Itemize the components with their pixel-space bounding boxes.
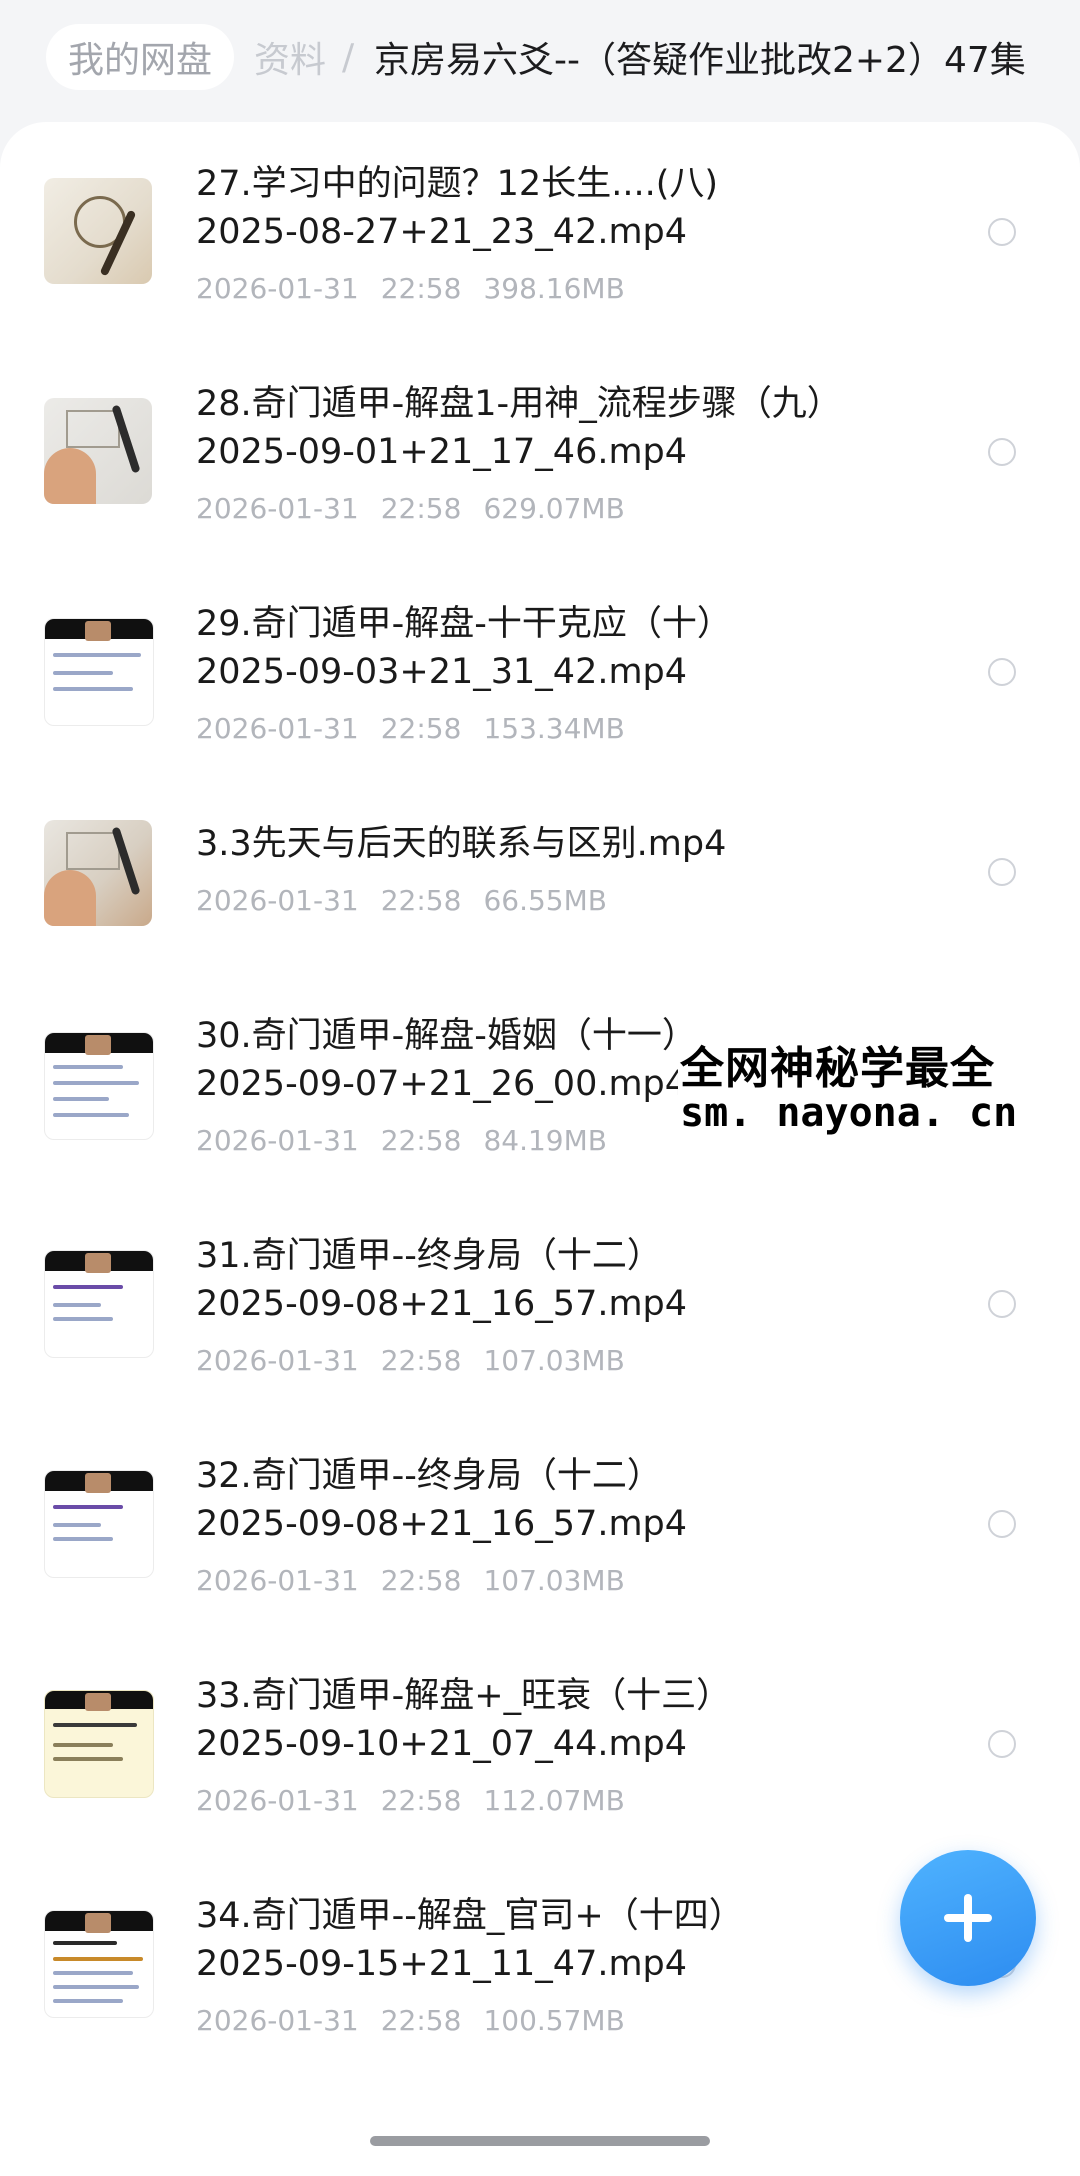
- top-bar: 我的网盘 资料 / 京房易六爻--（答疑作业批改2+2）47集: [0, 0, 1080, 120]
- file-row[interactable]: 28.奇门遁甲-解盘1-用神_流程步骤（九） 2025-09-01+21_17_…: [0, 380, 1080, 560]
- video-thumbnail: [44, 618, 154, 726]
- file-time: 22:58: [380, 1784, 462, 1817]
- file-name-line2: 2025-09-08+21_16_57.mp4: [196, 1284, 688, 1324]
- file-row[interactable]: 32.奇门遁甲--终身局（十二） 2025-09-08+21_16_57.mp4…: [0, 1452, 1080, 1632]
- file-name: 31.奇门遁甲--终身局（十二）: [196, 1236, 662, 1276]
- file-row[interactable]: 29.奇门遁甲-解盘-十干克应（十） 2025-09-03+21_31_42.m…: [0, 600, 1080, 780]
- file-meta: 2026-01-31 22:58 107.03MB: [196, 1564, 647, 1597]
- file-name-line2: 2025-08-27+21_23_42.mp4: [196, 212, 688, 252]
- file-name-line2: 2025-09-01+21_17_46.mp4: [196, 432, 688, 472]
- file-time: 22:58: [380, 884, 462, 917]
- breadcrumb-home[interactable]: 我的网盘: [46, 24, 235, 90]
- select-radio[interactable]: [988, 1730, 1016, 1758]
- file-name-line2: 2025-09-10+21_07_44.mp4: [196, 1724, 688, 1764]
- file-meta: 2026-01-31 22:58 629.07MB: [196, 492, 647, 525]
- file-meta: 2026-01-31 22:58 100.57MB: [196, 2004, 647, 2037]
- file-date: 2026-01-31: [196, 1784, 359, 1817]
- file-time: 22:58: [380, 1564, 462, 1597]
- breadcrumb-folder-ziliao[interactable]: 资料: [254, 24, 326, 90]
- file-size: 398.16MB: [483, 272, 625, 305]
- file-name-line2: 2025-09-08+21_16_57.mp4: [196, 1504, 688, 1544]
- file-time: 22:58: [380, 1344, 462, 1377]
- file-time: 22:58: [380, 712, 462, 745]
- file-name: 32.奇门遁甲--终身局（十二）: [196, 1456, 662, 1496]
- video-thumbnail: [44, 1032, 154, 1140]
- video-thumbnail: [44, 820, 152, 926]
- file-meta: 2026-01-31 22:58 107.03MB: [196, 1344, 647, 1377]
- video-thumbnail: [44, 1250, 154, 1358]
- home-indicator[interactable]: [370, 2136, 710, 2146]
- video-thumbnail: [44, 178, 152, 284]
- file-name: 34.奇门遁甲--解盘_官司+（十四）: [196, 1896, 744, 1936]
- file-row[interactable]: 33.奇门遁甲-解盘+_旺衰（十三） 2025-09-10+21_07_44.m…: [0, 1672, 1080, 1852]
- file-size: 84.19MB: [483, 1124, 607, 1157]
- file-time: 22:58: [380, 2004, 462, 2037]
- select-radio[interactable]: [988, 658, 1016, 686]
- file-meta: 2026-01-31 22:58 84.19MB: [196, 1124, 629, 1157]
- breadcrumb-current-folder: 京房易六爻--（答疑作业批改2+2）47集: [374, 40, 1026, 81]
- file-name-line2: 2025-09-07+21_26_00.mp4: [196, 1064, 688, 1104]
- file-name: 30.奇门遁甲-解盘-婚姻（十一）: [196, 1016, 697, 1056]
- plus-icon-vertical: [964, 1894, 972, 1942]
- file-row[interactable]: 31.奇门遁甲--终身局（十二） 2025-09-08+21_16_57.mp4…: [0, 1232, 1080, 1412]
- file-name: 33.奇门遁甲-解盘+_旺衰（十三）: [196, 1676, 732, 1716]
- watermark-text: 全网神秘学最全: [680, 1043, 995, 1094]
- file-size: 629.07MB: [483, 492, 625, 525]
- file-name: 3.3先天与后天的联系与区别.mp4: [196, 824, 727, 864]
- file-date: 2026-01-31: [196, 1124, 359, 1157]
- file-size: 100.57MB: [483, 2004, 625, 2037]
- select-radio[interactable]: [988, 858, 1016, 886]
- file-date: 2026-01-31: [196, 492, 359, 525]
- add-button[interactable]: [900, 1850, 1036, 1986]
- video-thumbnail: [44, 398, 152, 504]
- file-meta: 2026-01-31 22:58 66.55MB: [196, 884, 629, 917]
- file-date: 2026-01-31: [196, 2004, 359, 2037]
- select-radio[interactable]: [988, 1510, 1016, 1538]
- file-date: 2026-01-31: [196, 712, 359, 745]
- file-row[interactable]: 27.学习中的问题？12长生....(八) 2025-08-27+21_23_4…: [0, 160, 1080, 340]
- file-name-line2: 2025-09-15+21_11_47.mp4: [196, 1944, 688, 1984]
- file-size: 107.03MB: [483, 1344, 625, 1377]
- file-name-line2: 2025-09-03+21_31_42.mp4: [196, 652, 688, 692]
- video-thumbnail: [44, 1910, 154, 2018]
- file-size: 112.07MB: [483, 1784, 625, 1817]
- file-size: 66.55MB: [483, 884, 607, 917]
- video-thumbnail: [44, 1470, 154, 1578]
- file-time: 22:58: [380, 492, 462, 525]
- file-name: 29.奇门遁甲-解盘-十干克应（十）: [196, 604, 732, 644]
- file-row[interactable]: 3.3先天与后天的联系与区别.mp4 2026-01-31 22:58 66.55M…: [0, 820, 1080, 950]
- file-meta: 2026-01-31 22:58 398.16MB: [196, 272, 647, 305]
- file-meta: 2026-01-31 22:58 153.34MB: [196, 712, 647, 745]
- select-radio[interactable]: [988, 1290, 1016, 1318]
- file-name: 28.奇门遁甲-解盘1-用神_流程步骤（九）: [196, 384, 842, 424]
- file-date: 2026-01-31: [196, 1564, 359, 1597]
- select-radio[interactable]: [988, 218, 1016, 246]
- file-meta: 2026-01-31 22:58 112.07MB: [196, 1784, 647, 1817]
- file-size: 107.03MB: [483, 1564, 625, 1597]
- file-name: 27.学习中的问题？12长生....(八): [196, 164, 719, 204]
- select-radio[interactable]: [988, 438, 1016, 466]
- file-time: 22:58: [380, 272, 462, 305]
- file-date: 2026-01-31: [196, 884, 359, 917]
- breadcrumb-separator: /: [342, 36, 355, 78]
- file-size: 153.34MB: [483, 712, 625, 745]
- watermark-url: sm. nayona. cn: [680, 1090, 1018, 1136]
- video-thumbnail: [44, 1690, 154, 1798]
- file-date: 2026-01-31: [196, 1344, 359, 1377]
- file-date: 2026-01-31: [196, 272, 359, 305]
- file-time: 22:58: [380, 1124, 462, 1157]
